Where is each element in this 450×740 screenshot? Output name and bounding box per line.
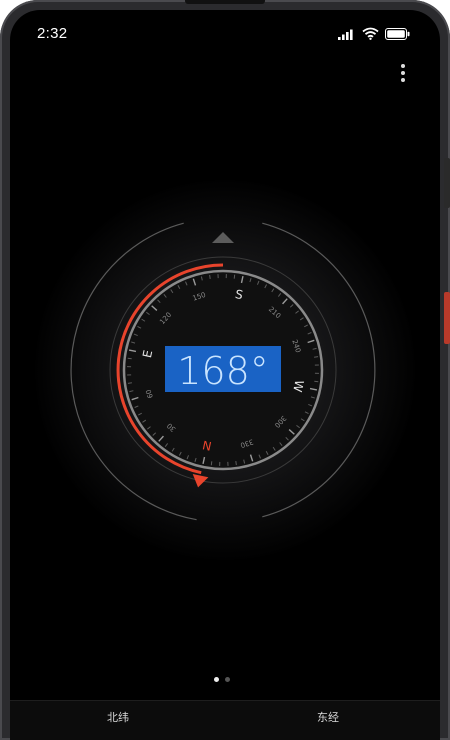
volume-button — [444, 158, 450, 208]
coordinates-panel: 北纬 东经 — [10, 700, 440, 740]
page-indicator — [214, 677, 230, 682]
page-dot[interactable] — [214, 677, 219, 682]
phone-frame: 2:32 N E S W 30 60 120 150 210 240 300 3… — [0, 0, 450, 740]
power-button — [444, 292, 450, 344]
compass: NESW3060120150210240300330 168° — [70, 222, 376, 521]
pointer-triangle — [212, 232, 234, 243]
dial-tick — [314, 356, 319, 358]
dial-tick — [235, 461, 237, 466]
screen: 2:32 N E S W 30 60 120 150 210 240 300 3… — [10, 10, 440, 740]
dial-tick — [209, 274, 211, 279]
longitude: 东经 — [258, 711, 398, 727]
longitude-label: 东经 — [317, 712, 339, 724]
heading-text: 168° — [177, 349, 269, 393]
top-notch — [185, 0, 265, 4]
latitude: 北纬 — [48, 711, 188, 727]
heading-display: 168° — [165, 346, 281, 393]
heading-pointer — [212, 232, 234, 243]
dial-tick — [127, 382, 132, 384]
latitude-label: 北纬 — [107, 712, 129, 724]
page-dot[interactable] — [225, 677, 230, 682]
